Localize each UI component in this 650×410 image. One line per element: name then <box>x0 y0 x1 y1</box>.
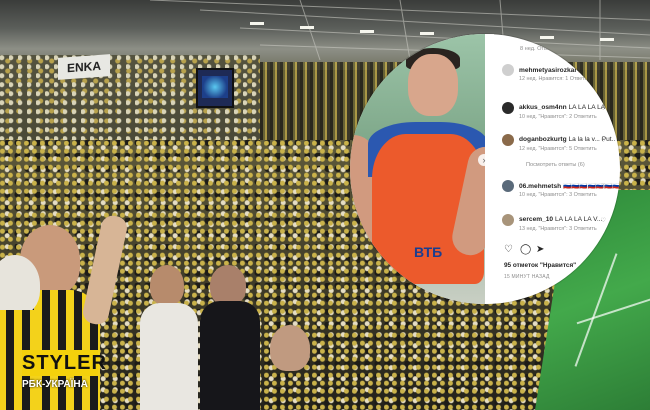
heart-icon[interactable]: ♡ <box>504 244 513 255</box>
heart-icon[interactable]: ♡ <box>601 67 606 74</box>
comment-meta[interactable]: 12 нед. Нравится: 1 Ответить <box>519 76 593 82</box>
heart-icon[interactable]: ♡ <box>601 137 606 144</box>
heart-icon[interactable]: ♡ <box>601 183 606 190</box>
comment-text: 🇷🇺🇷🇺🇷🇺🇷🇺🇷🇺 <box>578 67 620 74</box>
comment-text: LA LA LA LA V... <box>554 216 603 223</box>
stadium-sign: ENKA <box>58 54 110 80</box>
heart-icon[interactable]: ♡ <box>601 217 606 224</box>
avatar[interactable] <box>502 134 514 146</box>
comment-text: LA LA LA LA V.. <box>568 104 615 111</box>
fan-head <box>270 325 310 371</box>
likes-count[interactable]: 95 отметок "Нравится" <box>504 262 576 269</box>
heart-icon[interactable]: ♡ <box>601 105 606 112</box>
comment-meta: 8 нед. Ответ. <box>520 46 554 52</box>
scoreboard-screen <box>202 76 228 98</box>
bookmark-icon[interactable]: ⚐ <box>596 244 605 255</box>
comments-panel: 8 нед. Ответ. mehmetyasirozkar 🇷🇺🇷🇺🇷🇺🇷🇺🇷… <box>492 34 620 304</box>
avatar[interactable] <box>502 64 514 76</box>
comment-meta[interactable]: 13 нед. "Нравится": 3 Ответить <box>519 226 597 232</box>
comment-username[interactable]: doganbozkurtg <box>519 136 567 143</box>
comment-text: 🇷🇺🇷🇺🇷🇺🇷🇺🇷🇺🇷🇺🇷🇺 <box>563 183 620 190</box>
carousel-next-icon[interactable]: › <box>478 154 490 166</box>
comment-meta[interactable]: 12 нед. "Нравится": 5 Ответить <box>519 146 597 152</box>
avatar[interactable] <box>502 180 514 192</box>
comment-text: La la la v... Put.. <box>568 136 616 143</box>
brand-subtitle: РБК-УКРАЇНА <box>22 379 88 390</box>
brand-logo: STYLER <box>22 350 107 376</box>
comment-meta[interactable]: 10 нед. "Нравится": 3 Ответить <box>519 192 597 198</box>
view-replies-link[interactable]: Посмотреть ответы (6) <box>526 162 585 168</box>
fan-shirt <box>200 301 260 410</box>
player-head <box>408 54 458 116</box>
fan-arm <box>80 213 130 327</box>
scoreboard <box>196 68 234 108</box>
post-actions: ♡ ◯ ➤ ⚐ <box>504 244 614 258</box>
post-time: 15 МИНУТ НАЗАД <box>504 274 550 280</box>
comment-username[interactable]: mehmetyasirozkar <box>519 67 577 74</box>
fan-head <box>150 265 184 305</box>
comment-username[interactable]: sercem_10 <box>519 216 553 223</box>
comment-icon[interactable]: ◯ <box>520 244 531 255</box>
styler-badge: STYLER РБК-УКРАЇНА <box>22 350 107 394</box>
player-photo: ВТБ <box>350 34 485 304</box>
bib-sponsor-logo: ВТБ <box>414 244 443 260</box>
instagram-post-circle: ВТБ › 8 нед. Ответ. mehmetyasirozkar 🇷🇺🇷… <box>350 34 620 304</box>
comment-username[interactable]: 06.mehmetsh <box>519 183 561 190</box>
avatar[interactable] <box>502 102 514 114</box>
comment-meta[interactable]: 10 нед. "Нравится": 2 Ответить <box>519 114 597 120</box>
avatar[interactable] <box>502 214 514 226</box>
comment-username[interactable]: akkus_osm4nn <box>519 104 567 111</box>
fan-head <box>210 265 246 305</box>
share-icon[interactable]: ➤ <box>536 244 544 255</box>
fan-shirt <box>140 303 198 410</box>
